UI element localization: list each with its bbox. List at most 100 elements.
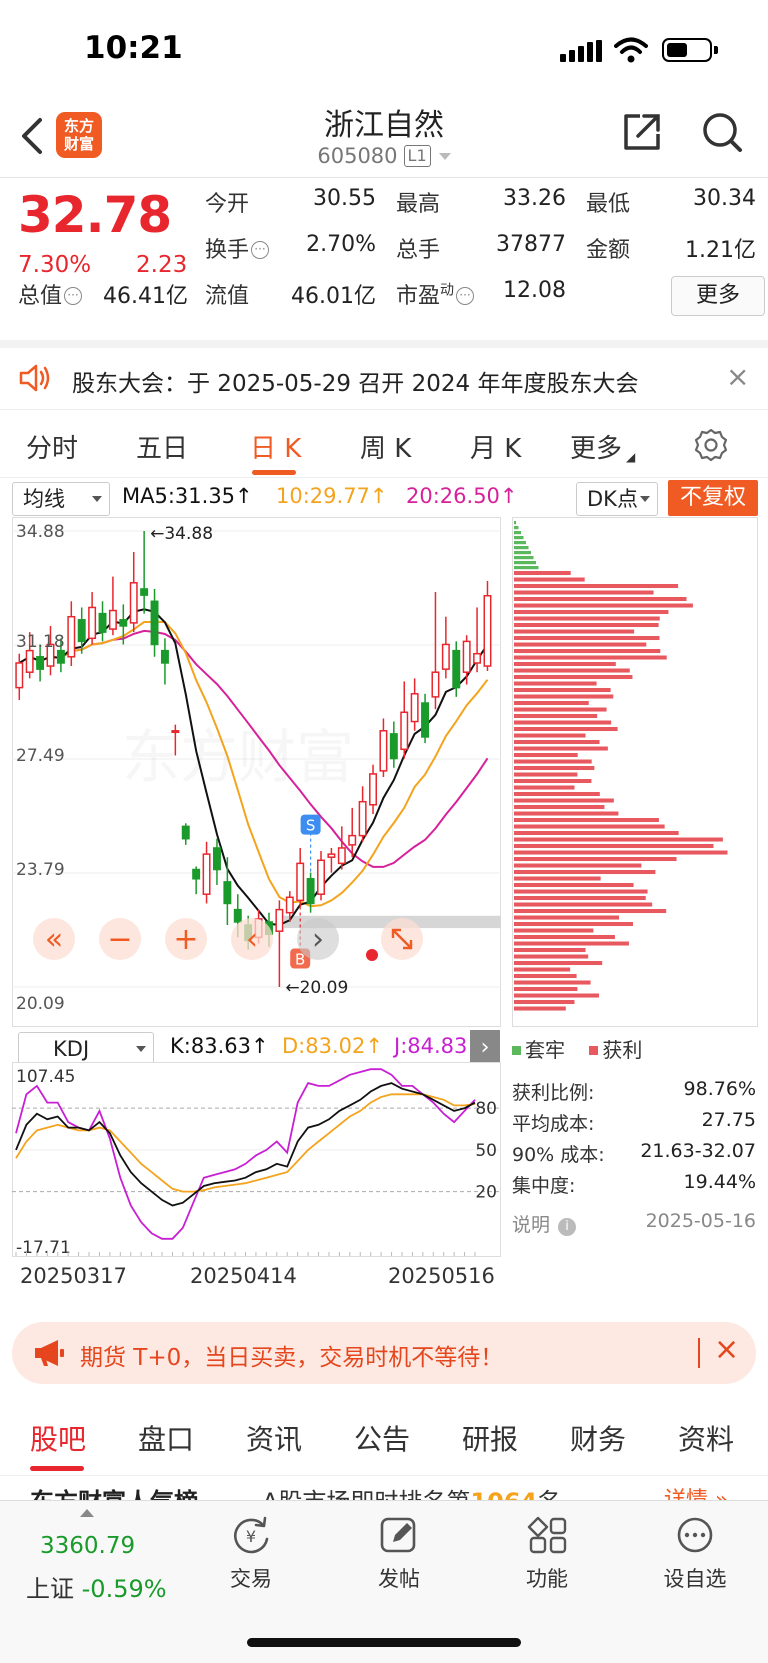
candle-body (400, 711, 409, 751)
nav-trade[interactable]: ¥ 交易 (196, 1515, 306, 1593)
next-icon[interactable]: › (297, 918, 339, 960)
candle-body (98, 612, 107, 633)
concentration-value: 19.44% (683, 1171, 756, 1193)
chip-bar-profit (514, 649, 661, 654)
battery-tip (714, 46, 718, 54)
megaphone-icon (35, 1340, 64, 1366)
open-value: 30.55 (313, 186, 376, 211)
tab-guba[interactable]: 股吧 (30, 1418, 86, 1458)
status-bar: 10:21 (0, 0, 768, 100)
notice-bar[interactable]: 股东大会：于 2025-05-29 召开 2024 年年度股东大会 × (0, 340, 768, 410)
candle-body (233, 908, 242, 923)
tab-pankou[interactable]: 盘口 (138, 1418, 194, 1458)
chip-bar-profit (514, 857, 677, 862)
price-tick-label: 31.18 (16, 632, 65, 652)
candle-body (88, 606, 97, 640)
candle-body (462, 640, 471, 673)
share-icon[interactable] (620, 110, 664, 154)
candle-body (181, 825, 190, 840)
gear-icon[interactable] (694, 428, 728, 462)
chip-bar-loss (514, 561, 536, 565)
active-tab-indicator (252, 470, 296, 475)
caret-icon: ◢ (626, 450, 636, 464)
stock-header: 东方 财富 浙江自然 605080 L1 (0, 100, 768, 178)
tab-news[interactable]: 资讯 (246, 1418, 302, 1458)
nav-features[interactable]: 功能 (492, 1515, 602, 1593)
ma-selector[interactable]: 均线 (12, 482, 110, 516)
volume-value: 37877 (496, 232, 566, 257)
explain-link[interactable]: 说明 i (512, 1210, 577, 1237)
ad-banner[interactable]: 期货 T+0，当日买卖，交易时机不等待！ × (12, 1322, 756, 1384)
close-icon[interactable]: × (714, 1332, 739, 1367)
profit-ratio-label: 获利比例: (512, 1082, 595, 1104)
low-label: 最低 (586, 192, 631, 217)
tab-five-day[interactable]: 五日 (136, 428, 188, 465)
prev-icon[interactable]: ‹ (231, 918, 273, 960)
chip-bar-profit (514, 740, 600, 745)
chip-bar-profit (514, 987, 578, 992)
close-icon[interactable]: × (726, 360, 749, 393)
tab-announcements[interactable]: 公告 (354, 1418, 410, 1458)
chip-bar-profit (514, 597, 687, 602)
chip-bar-profit (514, 779, 592, 784)
tab-research[interactable]: 研报 (462, 1418, 518, 1458)
high-label: 最高 (396, 192, 441, 217)
tab-weekly-k[interactable]: 周 K (360, 428, 411, 465)
turnover-label[interactable]: 换手 ··· (205, 232, 270, 264)
fullscreen-icon[interactable] (381, 918, 423, 960)
live-dot (366, 949, 378, 961)
candle-body (389, 733, 398, 760)
zoom-out-icon[interactable]: − (99, 918, 141, 960)
tab-profile[interactable]: 资料 (678, 1418, 734, 1458)
chip-distribution-chart (512, 517, 758, 1027)
edit-icon (380, 1517, 416, 1553)
candlestick-chart[interactable]: 东方财富 34.88 31.18 27.49 23.79 20.09 ←34.88 ←20.0… (12, 517, 501, 1027)
date-axis: 20250317 20250414 20250516 (12, 1264, 501, 1294)
candle-body (296, 862, 305, 902)
turnover-value: 2.70% (306, 232, 376, 257)
avg-cost-value: 27.75 (701, 1109, 756, 1131)
chevron-down-icon (136, 1046, 146, 1052)
chip-bar-profit (514, 772, 578, 777)
index-name[interactable]: 上证 -0.59% (26, 1569, 167, 1604)
ad-divider (698, 1338, 700, 1368)
candle-body (56, 649, 65, 664)
chip-bar-loss (514, 566, 539, 570)
candle-body (452, 649, 461, 689)
nav-add-watchlist[interactable]: 设自选 (640, 1515, 750, 1593)
chevron-up-icon[interactable] (80, 1509, 94, 1517)
index-value[interactable]: 3360.79 (40, 1533, 135, 1559)
tab-financials[interactable]: 财务 (570, 1418, 626, 1458)
search-icon[interactable] (700, 110, 744, 154)
tab-intraday[interactable]: 分时 (26, 428, 78, 465)
ma20-text: 20:26.50↑ (406, 484, 518, 508)
tab-monthly-k[interactable]: 月 K (470, 428, 521, 465)
tab-daily-k[interactable]: 日 K (250, 428, 301, 465)
legend-swatch-loss (512, 1046, 521, 1055)
chip-bar-profit (514, 655, 667, 660)
total-mv-label[interactable]: 总值 ··· (18, 278, 83, 310)
pe-label[interactable]: 市盈动 ··· (396, 278, 475, 310)
candle-body (421, 702, 430, 738)
chip-bar-profit (514, 824, 665, 829)
rewind-icon[interactable]: « (33, 918, 75, 960)
date-tick: 20250516 (388, 1264, 495, 1288)
chip-bar-profit (514, 967, 571, 972)
nav-post[interactable]: 发帖 (344, 1515, 454, 1593)
zoom-in-icon[interactable]: + (165, 918, 207, 960)
cost90-label: 90% 成本: (512, 1144, 605, 1166)
adjust-mode-button[interactable]: 不复权 (668, 480, 758, 516)
tab-more[interactable]: 更多 ◢ (570, 428, 635, 465)
chip-bar-profit (514, 584, 679, 589)
expand-panel-chevron-icon[interactable]: › (470, 1030, 500, 1066)
chip-bar-profit (514, 928, 594, 933)
more-quote-button[interactable]: 更多 (671, 276, 765, 316)
indicator-selector[interactable]: KDJ (18, 1032, 154, 1066)
chip-bar-profit (514, 727, 618, 732)
chip-bar-loss (514, 531, 521, 535)
chip-bar-profit (514, 850, 728, 855)
kdj-tick-label: 20 (475, 1183, 497, 1203)
last-price: 32.78 (18, 186, 172, 244)
dk-point-selector[interactable]: DK点 (576, 482, 658, 516)
pe-value: 12.08 (503, 278, 566, 303)
